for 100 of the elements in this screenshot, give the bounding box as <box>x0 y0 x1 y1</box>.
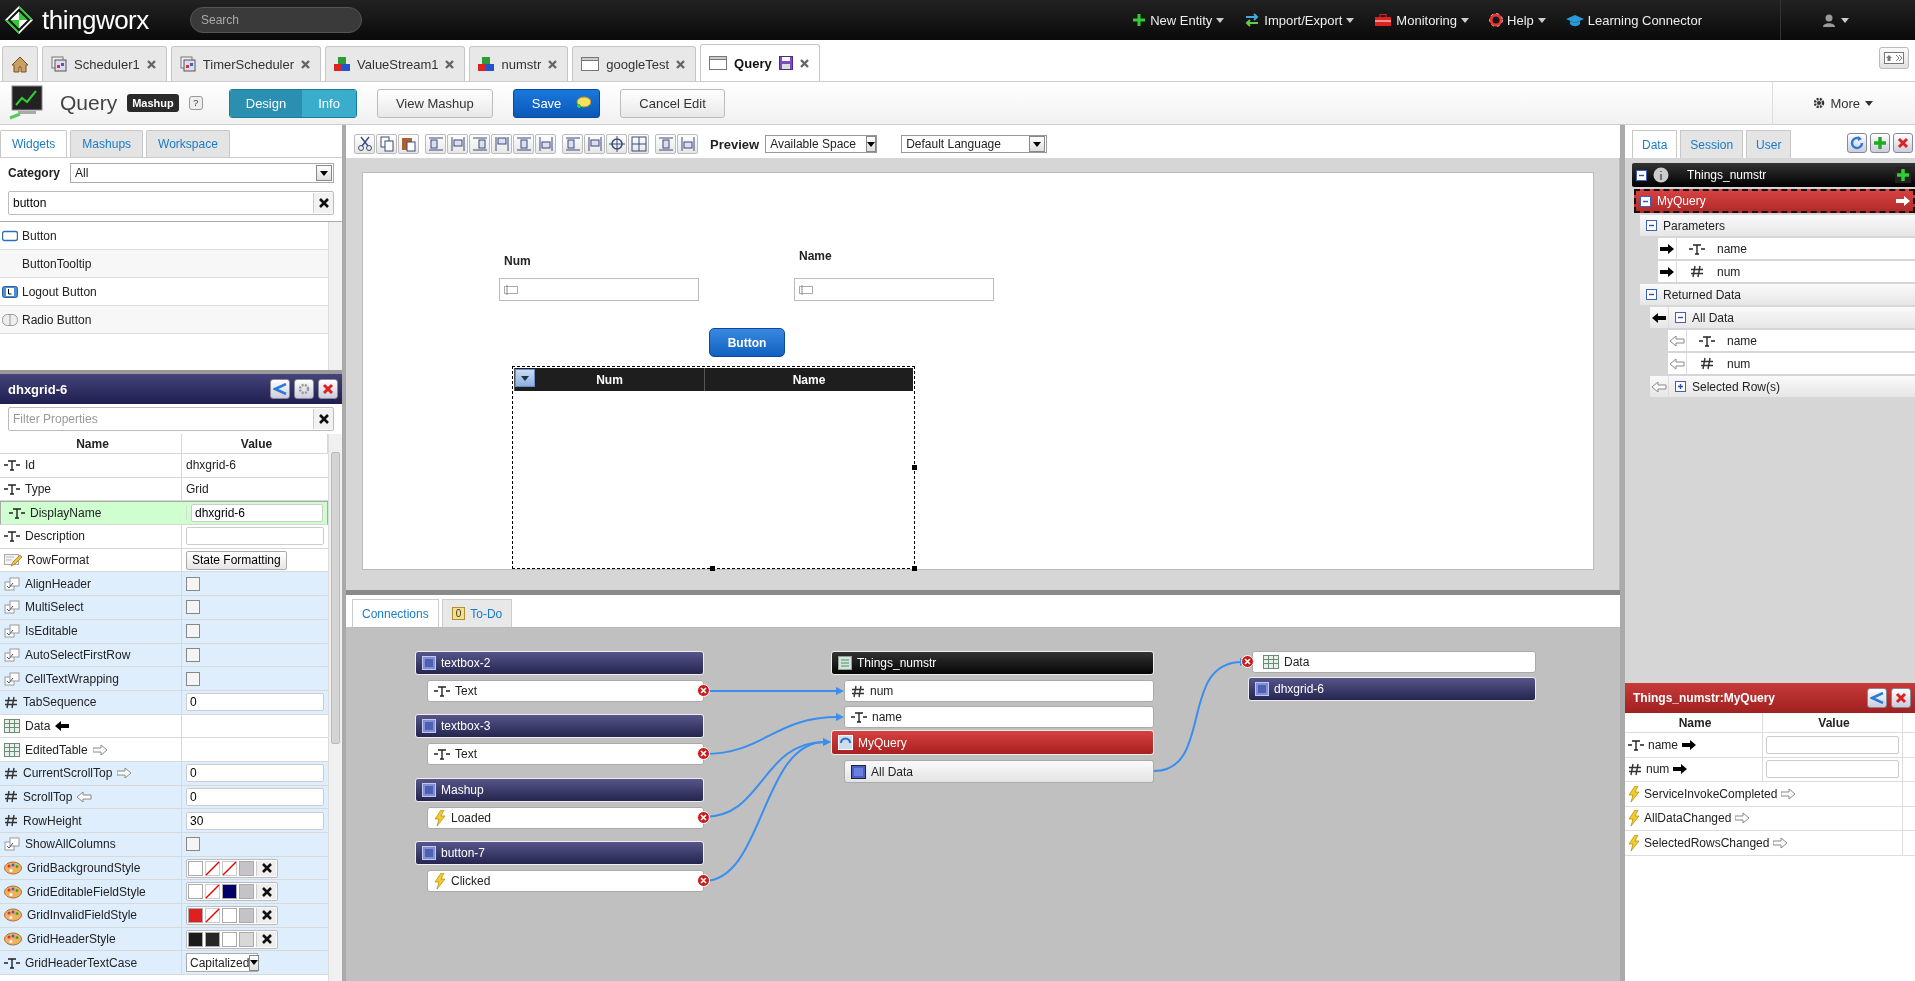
same-width-button[interactable] <box>677 134 698 154</box>
resize-handle[interactable] <box>912 566 917 571</box>
home-tab[interactable] <box>2 46 38 81</box>
checkbox[interactable] <box>186 647 200 662</box>
panel-tab[interactable]: Widgets <box>0 130 68 157</box>
tree-row[interactable]: Returned Data <box>1640 284 1915 305</box>
widget-node[interactable]: textbox-3 <box>415 714 704 738</box>
parameter-input[interactable] <box>1766 735 1899 754</box>
editor-tab[interactable]: numstr <box>469 46 569 81</box>
style-picker[interactable] <box>186 929 278 949</box>
tree-row[interactable]: name <box>1658 238 1915 259</box>
property-select[interactable]: Capitalized <box>186 953 258 973</box>
grid-widget[interactable]: Num Name <box>512 366 915 569</box>
column-menu-button[interactable] <box>515 369 535 387</box>
align-bottom-button[interactable] <box>535 134 556 154</box>
property-row[interactable]: ShowAllColumns <box>0 833 328 857</box>
menu-button[interactable]: Help <box>1489 12 1546 28</box>
property-row[interactable]: GridInvalidFieldStyle <box>0 904 328 928</box>
property-row[interactable]: TabSequence 0 <box>0 690 328 715</box>
align-middle-button[interactable] <box>513 134 534 154</box>
action-button[interactable]: Cancel Edit <box>620 88 725 118</box>
scrollbar[interactable] <box>328 434 342 981</box>
same-height-button[interactable] <box>655 134 676 154</box>
bottom-tab[interactable]: Connections <box>352 599 439 627</box>
center-button[interactable] <box>606 134 627 154</box>
widget-node[interactable]: dhxgrid-6 <box>1248 677 1536 701</box>
checkbox[interactable] <box>186 624 200 639</box>
delete-button[interactable] <box>318 379 338 399</box>
tree-row[interactable]: name <box>1668 330 1915 351</box>
menu-button[interactable]: Learning Connector <box>1565 12 1702 28</box>
mode-tab[interactable]: Design <box>229 89 303 117</box>
panel-tab[interactable]: Workspace <box>146 130 230 157</box>
category-select[interactable]: All <box>70 163 334 183</box>
checkbox[interactable] <box>186 600 200 615</box>
scissors-button[interactable] <box>354 134 375 154</box>
editor-tab[interactable]: googleTest <box>572 46 697 81</box>
editor-tab[interactable]: Query <box>700 44 820 81</box>
node-item[interactable]: Loaded <box>427 807 704 829</box>
node-item[interactable]: num <box>844 680 1154 702</box>
node-item[interactable]: Text <box>427 680 704 702</box>
widget-node[interactable]: button-7 <box>415 841 704 865</box>
property-row[interactable]: Id dhxgrid-6 <box>0 454 328 478</box>
button-widget[interactable]: Button <box>709 328 785 357</box>
property-input[interactable]: 0 <box>186 693 324 712</box>
property-row[interactable]: GridHeaderStyle <box>0 927 328 952</box>
widget-list-item[interactable]: ButtonTooltip <box>0 250 328 278</box>
node-item[interactable]: Data <box>1252 651 1536 673</box>
data-tab[interactable]: Session <box>1680 130 1744 158</box>
widget-list-item[interactable]: Radio Button <box>0 306 328 334</box>
property-input[interactable] <box>186 527 324 546</box>
paste-button[interactable] <box>398 134 419 154</box>
data-tab[interactable]: User <box>1746 130 1792 158</box>
align-center-button[interactable] <box>447 134 468 154</box>
property-input[interactable]: 30 <box>186 811 324 830</box>
copy-button[interactable] <box>376 134 397 154</box>
property-row[interactable]: EditedTable <box>0 738 328 762</box>
resize-handle[interactable] <box>912 465 917 470</box>
property-row[interactable]: CellTextWrapping <box>0 667 328 691</box>
tree-row[interactable]: num <box>1658 261 1915 282</box>
menu-button[interactable]: New Entity <box>1132 12 1225 28</box>
property-row[interactable]: AlignHeader <box>0 572 328 597</box>
style-picker[interactable] <box>186 882 278 902</box>
help-button[interactable]: ? <box>188 96 203 110</box>
settings-button[interactable] <box>294 379 314 399</box>
delete-button[interactable] <box>1893 133 1913 153</box>
checkbox[interactable] <box>186 837 200 852</box>
style-picker[interactable] <box>186 905 278 925</box>
style-picker[interactable] <box>186 858 278 878</box>
widget-node[interactable]: textbox-2 <box>415 651 704 675</box>
align-left-button[interactable] <box>425 134 446 154</box>
preview-select[interactable]: Available Space <box>765 135 878 153</box>
textbox-widget[interactable] <box>499 278 699 301</box>
node-item[interactable]: name <box>844 706 1154 728</box>
panel-tab[interactable]: Mashups <box>70 130 144 157</box>
property-input[interactable]: 0 <box>186 787 324 806</box>
property-input[interactable]: dhxgrid-6 <box>191 504 323 523</box>
clear-button[interactable] <box>313 409 333 429</box>
data-tab[interactable]: Data <box>1632 130 1678 158</box>
tree-row[interactable]: Parameters <box>1640 215 1915 236</box>
clear-style-button[interactable] <box>256 931 276 947</box>
property-row[interactable]: Data <box>0 714 328 739</box>
space-vertical-button[interactable] <box>562 134 583 154</box>
property-row[interactable]: Description <box>0 525 328 549</box>
filter-box[interactable]: Filter Properties <box>8 407 334 431</box>
widget-search-box[interactable]: button <box>8 191 334 215</box>
tree-row[interactable]: All Data <box>1650 307 1915 328</box>
property-row[interactable]: RowHeight 30 <box>0 809 328 833</box>
scrollbar[interactable] <box>328 222 342 370</box>
menu-button[interactable]: Import/Export <box>1244 12 1355 28</box>
save-button[interactable]: Save <box>512 88 601 118</box>
widget-label[interactable]: Name <box>799 249 832 263</box>
property-row[interactable]: IsEditable <box>0 619 328 644</box>
tree-row[interactable]: Selected Row(s) <box>1650 376 1915 397</box>
node-item[interactable]: Text <box>427 743 704 765</box>
action-button[interactable]: View Mashup <box>376 88 493 118</box>
refresh-button[interactable] <box>1847 133 1867 153</box>
node-item[interactable]: All Data <box>844 760 1154 783</box>
grid-button[interactable] <box>628 134 649 154</box>
editor-tab[interactable]: Scheduler1 <box>42 46 167 81</box>
property-row[interactable]: AutoSelectFirstRow <box>0 643 328 668</box>
